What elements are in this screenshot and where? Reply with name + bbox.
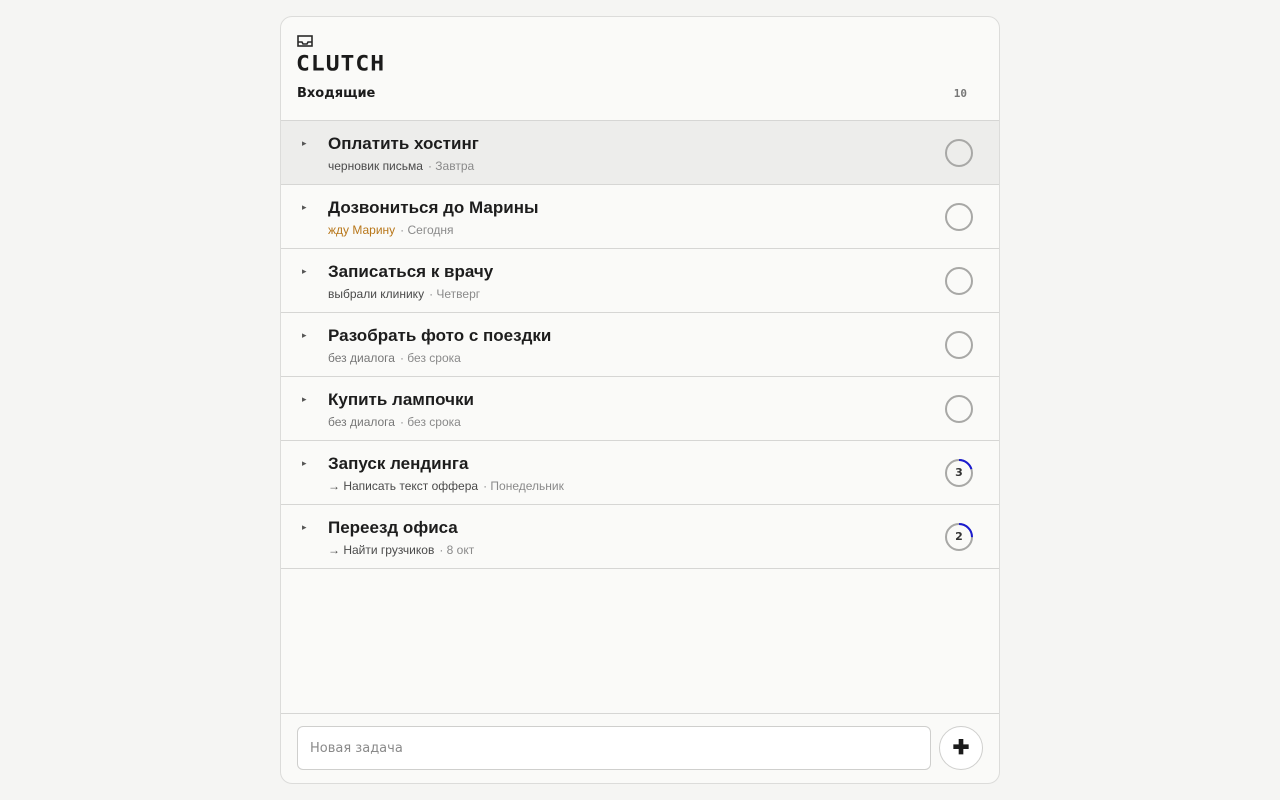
expand-chevron-icon[interactable]: ▸ — [302, 522, 307, 533]
task-row[interactable]: ▸ Запуск лендинга → Написать текст оффера ·… — [281, 441, 999, 505]
task-due: · Завтра — [427, 159, 475, 173]
inbox-icon — [297, 35, 313, 47]
complete-checkbox[interactable] — [944, 202, 974, 232]
app-logo: CLUTCH — [296, 52, 386, 76]
task-title: Запуск лендинга — [328, 454, 469, 473]
task-title: Разобрать фото с поездки — [328, 326, 552, 345]
circle-icon — [945, 267, 973, 295]
task-due: · 8 окт — [439, 543, 475, 557]
task-note: без диалога — [328, 351, 395, 365]
task-meta: выбрали клинику · Четверг — [328, 287, 480, 301]
complete-checkbox[interactable] — [944, 138, 974, 168]
task-due: · без срока — [399, 415, 461, 429]
task-meta: без диалога · без срока — [328, 415, 461, 429]
task-due: · Понедельник — [483, 479, 564, 493]
task-note: → Найти грузчиков — [328, 543, 435, 557]
task-row[interactable]: ▸ Купить лампочки без диалога · без срока — [281, 377, 999, 441]
task-title: Купить лампочки — [328, 390, 474, 409]
expand-chevron-icon[interactable]: ▸ — [302, 266, 307, 277]
project-progress-ring[interactable]: 3 — [944, 458, 974, 488]
circle-icon — [945, 331, 973, 359]
task-title: Записаться к врачу — [328, 262, 494, 281]
new-task-input[interactable] — [297, 726, 931, 770]
task-meta: → Написать текст оффера · Понедельник — [328, 479, 564, 493]
task-note: выбрали клинику — [328, 287, 425, 301]
complete-checkbox[interactable] — [944, 394, 974, 424]
task-note: без диалога — [328, 415, 395, 429]
task-title: Оплатить хостинг — [328, 134, 479, 153]
task-row[interactable]: ▸ Записаться к врачу выбрали клинику · Четв… — [281, 249, 999, 313]
section-title: Входящие — [297, 86, 376, 101]
task-row[interactable]: ▸ Дозвониться до Марины жду Марину · Сегодн… — [281, 185, 999, 249]
task-meta: без диалога · без срока — [328, 351, 461, 365]
expand-chevron-icon[interactable]: ▸ — [302, 394, 307, 405]
circle-icon — [945, 139, 973, 167]
plus-icon: ✚ — [952, 737, 970, 759]
add-task-button[interactable]: ✚ — [939, 726, 983, 770]
complete-checkbox[interactable] — [944, 266, 974, 296]
task-meta: → Найти грузчиков · 8 окт — [328, 543, 474, 557]
expand-chevron-icon[interactable]: ▸ — [302, 202, 307, 213]
subtask-count: 2 — [955, 530, 963, 543]
task-note: черновик письма — [328, 159, 423, 173]
task-note: жду Марину — [328, 223, 396, 237]
task-meta: черновик письма · Завтра — [328, 159, 474, 173]
task-due: · без срока — [399, 351, 461, 365]
task-row[interactable]: ▸ Переезд офиса → Найти грузчиков · 8 окт 2 — [281, 505, 999, 569]
task-meta: жду Марину · Сегодня — [328, 223, 454, 237]
expand-chevron-icon[interactable]: ▸ — [302, 330, 307, 341]
expand-chevron-icon[interactable]: ▸ — [302, 138, 307, 149]
task-title: Дозвониться до Марины — [328, 198, 539, 217]
task-row[interactable]: ▸ Разобрать фото с поездки без диалога · бе… — [281, 313, 999, 377]
task-row[interactable]: ▸ Оплатить хостинг черновик письма · Завтра — [281, 121, 999, 185]
task-count: 10 — [953, 87, 967, 100]
complete-checkbox[interactable] — [944, 330, 974, 360]
inbox-panel: CLUTCH Входящие 10 ▸ Оплатить хостинг черн… — [280, 16, 1000, 784]
expand-chevron-icon[interactable]: ▸ — [302, 458, 307, 469]
task-due: · Четверг — [429, 287, 481, 301]
task-due: · Сегодня — [400, 223, 454, 237]
task-list: ▸ Оплатить хостинг черновик письма · Завтра… — [281, 121, 999, 569]
circle-icon — [945, 395, 973, 423]
circle-icon — [945, 203, 973, 231]
inbox-header: CLUTCH Входящие 10 — [281, 17, 999, 121]
task-note: → Написать текст оффера — [328, 479, 479, 493]
task-title: Переезд офиса — [328, 518, 458, 537]
project-progress-ring[interactable]: 2 — [944, 522, 974, 552]
subtask-count: 3 — [955, 466, 963, 479]
composer: ✚ — [281, 713, 999, 783]
